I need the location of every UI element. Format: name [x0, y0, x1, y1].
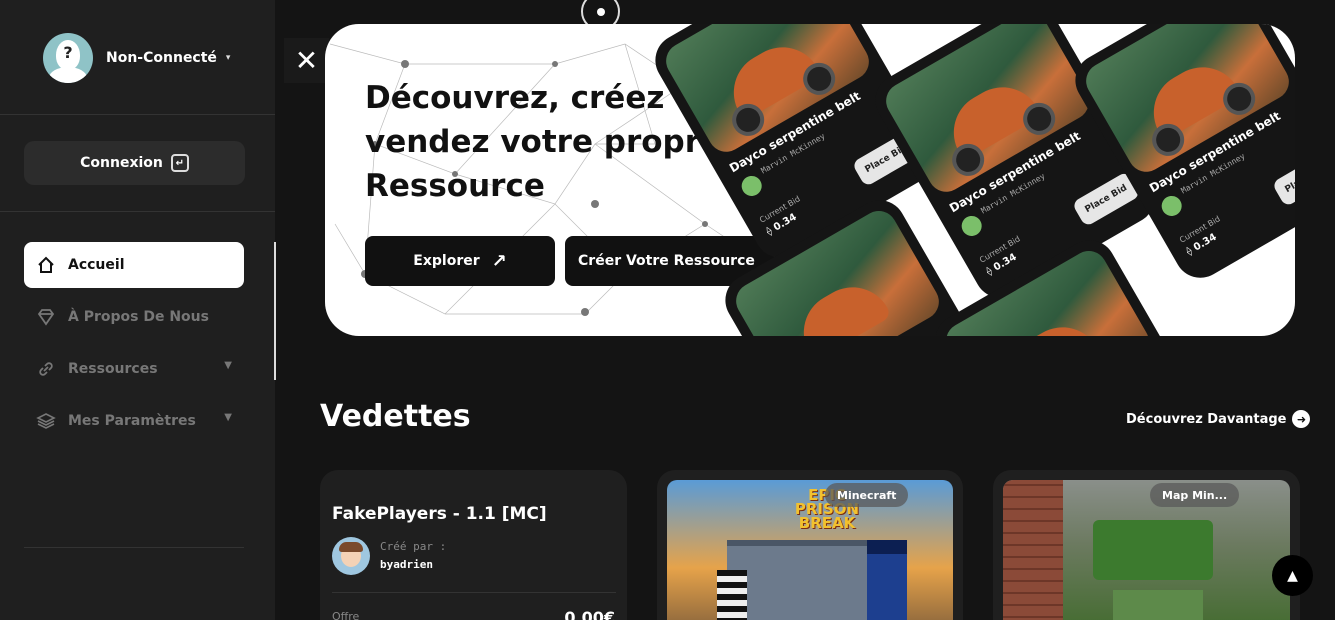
featured-card[interactable]: EPIC PRISON BREAK Minecraft: [657, 470, 963, 620]
featured-card[interactable]: FakePlayers - 1.1 [MC] Créé par : byadri…: [320, 470, 627, 620]
sidebar-divider: [24, 547, 244, 548]
sidebar-scroll-indicator: [274, 242, 276, 380]
close-icon: ✕: [294, 44, 319, 77]
discover-more-label: Découvrez Davantage: [1126, 411, 1287, 427]
place-bid-button[interactable]: Place Bid: [1271, 150, 1295, 208]
nft-cards-showcase: Dayco serpentine belt Marvin McKinney Cu…: [655, 24, 1295, 336]
sidebar-item-label: À Propos De Nous: [68, 309, 209, 325]
featured-card-image: [1003, 480, 1290, 620]
explore-button[interactable]: Explorer ↗: [365, 236, 555, 286]
featured-card-title: FakePlayers - 1.1 [MC]: [332, 504, 547, 524]
sidebar-item-ressources[interactable]: Ressources ▼: [24, 346, 244, 392]
scroll-to-top-button[interactable]: ▲: [1272, 555, 1313, 596]
category-tag: Minecraft: [825, 483, 909, 507]
arrow-right-icon: ➜: [1292, 410, 1311, 428]
featured-card[interactable]: Map Min...: [993, 470, 1300, 620]
offer-label: Offre: [332, 610, 360, 620]
login-icon: ↵: [170, 154, 189, 172]
chevron-down-icon: ▼: [224, 412, 232, 423]
card-divider: [332, 592, 616, 593]
sidebar-item-parametres[interactable]: Mes Paramètres ▼: [24, 398, 244, 444]
category-tag: Map Min...: [1150, 483, 1240, 507]
author-name: byadrien: [380, 558, 433, 571]
user-avatar: ?: [43, 33, 93, 83]
carousel-dot: [596, 7, 605, 16]
sidebar: ? Non-Connecté ▾ Connexion ↵ Accueil À P…: [0, 0, 275, 620]
layers-icon: [36, 411, 56, 431]
author-avatar: [332, 537, 370, 575]
close-sidebar-button[interactable]: ✕: [284, 38, 329, 83]
user-menu[interactable]: ? Non-Connecté ▾: [43, 33, 230, 83]
price-value: 0,00€: [564, 608, 615, 620]
hero-banner: Découvrez, créez et vendez votre propre …: [325, 24, 1295, 336]
sidebar-item-a-propos[interactable]: À Propos De Nous: [24, 294, 244, 340]
sidebar-divider: [0, 211, 275, 212]
sidebar-divider: [0, 114, 275, 115]
created-by-label: Créé par :: [380, 540, 447, 553]
featured-card-image: EPIC PRISON BREAK: [667, 480, 953, 620]
sidebar-item-label: Accueil: [68, 257, 125, 273]
app-root: ? Non-Connecté ▾ Connexion ↵ Accueil À P…: [0, 0, 1335, 620]
user-name: Non-Connecté: [106, 50, 217, 66]
featured-title: Vedettes: [320, 399, 471, 434]
chevron-down-icon: ▾: [225, 53, 231, 63]
sidebar-item-label: Mes Paramètres: [68, 413, 196, 429]
sidebar-nav: Accueil À Propos De Nous Ressources ▼ Me…: [24, 242, 244, 450]
sidebar-item-accueil[interactable]: Accueil: [24, 242, 244, 288]
discover-more-link[interactable]: Découvrez Davantage ➜: [1126, 410, 1311, 428]
chevron-up-icon: ▲: [1287, 567, 1298, 584]
login-button[interactable]: Connexion ↵: [24, 141, 245, 185]
explore-label: Explorer: [413, 253, 480, 269]
sidebar-item-label: Ressources: [68, 361, 158, 377]
question-mark-icon: ?: [63, 43, 73, 62]
diamond-icon: [36, 307, 56, 327]
login-label: Connexion: [80, 155, 163, 171]
link-icon: [36, 359, 56, 379]
chevron-down-icon: ▼: [224, 360, 232, 371]
home-icon: [36, 255, 56, 275]
arrow-up-right-icon: ↗: [491, 250, 507, 272]
